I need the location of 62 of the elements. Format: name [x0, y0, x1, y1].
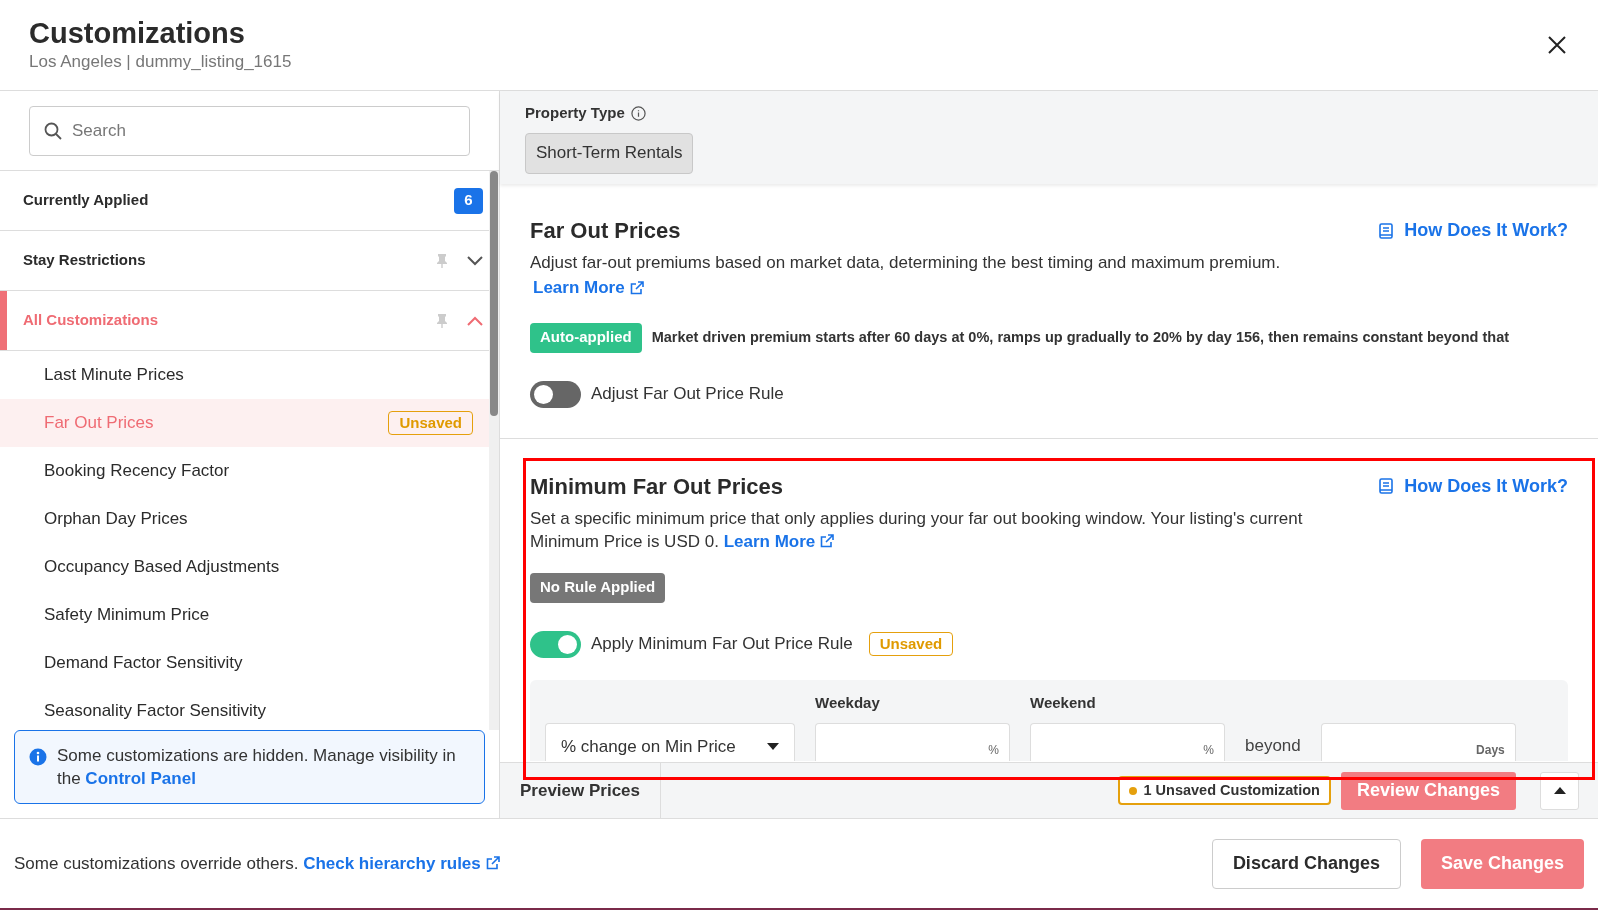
external-link-icon	[628, 279, 645, 296]
toggle-switch[interactable]	[530, 630, 581, 658]
how-it-works-link[interactable]: How Does It Work?	[1377, 217, 1568, 244]
book-icon	[1377, 221, 1396, 240]
notice-text: Some customizations are hidden. Manage visibility in the Control Panel	[57, 745, 457, 790]
search-box[interactable]: Search	[29, 105, 470, 156]
number-field[interactable]: %	[815, 723, 1010, 761]
how-it-works-link[interactable]: How Does It Work?	[1377, 472, 1568, 500]
book-icon	[1377, 477, 1396, 495]
field-label: beyond	[1245, 735, 1301, 758]
dialog-subtitle: Los Angeles | dummy_listing_1615	[29, 51, 292, 73]
unsaved-count-badge: 1 Unsaved Customization	[1118, 776, 1331, 805]
toggle-label: Adjust Far Out Price Rule	[591, 383, 784, 406]
sidebar-item[interactable]: Seasonality Factor Sensitivity	[0, 687, 489, 730]
caret-up-icon	[1553, 787, 1566, 794]
status-badge: No Rule Applied	[530, 572, 666, 603]
toggle-switch[interactable]	[530, 380, 581, 408]
learn-more-link[interactable]: Learn More	[533, 275, 645, 301]
search-input[interactable]: Search	[72, 117, 455, 144]
unsaved-badge: Unsaved	[388, 411, 473, 435]
sidebar-item[interactable]: Booking Recency Factor	[0, 447, 489, 495]
info-icon	[630, 105, 646, 121]
chevron-down-icon	[467, 255, 483, 266]
search-icon	[44, 121, 62, 140]
property-type-chip[interactable]: Short-Term Rentals	[525, 132, 694, 174]
status-badge: Auto-applied	[530, 322, 642, 353]
count-badge: 6	[454, 187, 483, 214]
preview-prices-label: Preview Prices	[520, 779, 641, 802]
dialog-title: Customizations	[29, 16, 246, 50]
field-label: Property Type	[525, 103, 625, 123]
close-button[interactable]	[1546, 34, 1568, 56]
external-link-icon	[819, 533, 836, 549]
sidebar-item[interactable]: Safety Minimum Price	[0, 591, 489, 639]
sidebar-item[interactable]: Orphan Day Prices	[0, 495, 489, 543]
sidebar-item[interactable]: Demand Factor Sensitivity	[0, 639, 489, 687]
section-title: Minimum Far Out Prices	[530, 472, 784, 501]
number-field[interactable]: %	[1030, 723, 1225, 761]
section-title: Far Out Prices	[530, 217, 681, 245]
section-description: Set a specific minimum price that only applies during your far out booking window. Your listing's current Minimum Price is USD 0. Learn More	[530, 507, 1304, 553]
learn-more-link[interactable]: Learn More	[723, 529, 836, 553]
discard-changes-button[interactable]: Discard Changes	[1211, 838, 1401, 889]
hierarchy-rules-link[interactable]: Check hierarchy rules	[303, 850, 503, 877]
rule-summary: Market driven premium starts after 60 days at 0%, ramps up gradually to 20% by day 156, then remains constant beyond that	[651, 327, 1510, 347]
sidebar-item[interactable]: Last Minute Prices	[0, 351, 489, 399]
chevron-up-icon	[467, 315, 483, 326]
sidebar-item[interactable]: Occupancy Based Adjustments	[0, 543, 489, 591]
control-panel-link[interactable]: Control Panel	[85, 769, 196, 788]
sidebar-group[interactable]: Currently Applied 6	[0, 171, 489, 231]
unsaved-badge: Unsaved	[868, 632, 954, 656]
toggle-label: Apply Minimum Far Out Price Rule	[591, 633, 853, 656]
dropdown-arrow-icon	[767, 743, 779, 750]
sidebar-group[interactable]: Stay Restrictions	[0, 231, 489, 291]
field-label: Weekend	[1030, 692, 1097, 713]
section-description: Adjust far-out premiums based on market data, determining the best timing and maximum premium.	[530, 252, 1282, 274]
footer-note: Some customizations override others. Check hierarchy rules	[14, 850, 503, 877]
number-field[interactable]: Days	[1320, 723, 1516, 761]
field-label: Weekday	[815, 692, 881, 713]
select-field[interactable]: % change on Min Price	[545, 723, 795, 761]
scrollbar-thumb[interactable]	[490, 171, 498, 416]
pin-icon	[435, 312, 449, 329]
pin-icon	[435, 252, 449, 269]
info-icon	[29, 748, 47, 766]
